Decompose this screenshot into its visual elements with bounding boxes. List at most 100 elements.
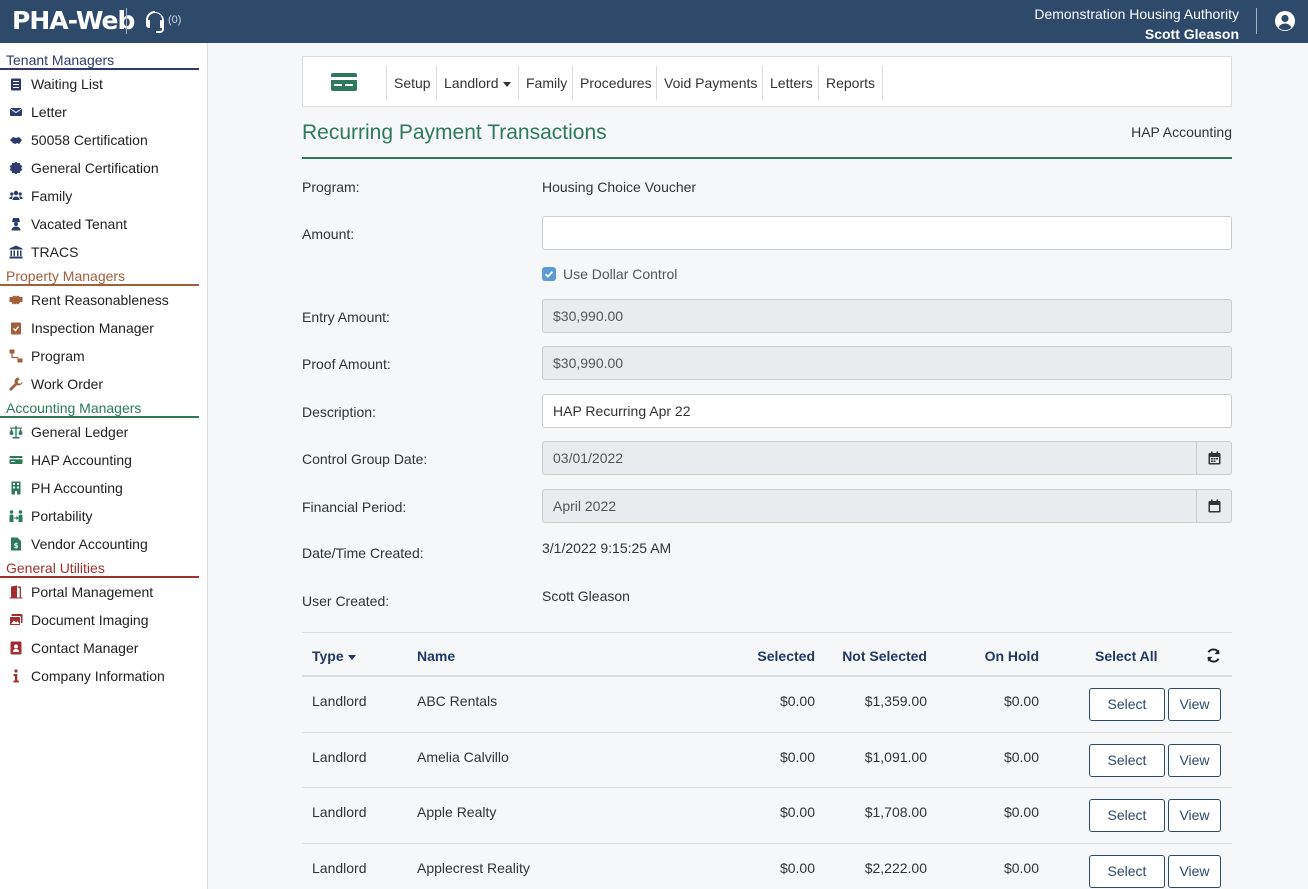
balance-scale-icon bbox=[9, 426, 23, 439]
view-button[interactable]: View bbox=[1168, 854, 1221, 888]
sidebar-item-general-certification[interactable]: General Certification bbox=[0, 154, 207, 182]
toolbar-letters[interactable]: Letters bbox=[762, 66, 820, 100]
user-account-icon[interactable] bbox=[1274, 10, 1296, 32]
use-dollar-control-label: Use Dollar Control bbox=[563, 266, 678, 282]
select-button[interactable]: Select bbox=[1089, 854, 1165, 888]
select-button[interactable]: Select bbox=[1089, 799, 1165, 832]
toolbar-procedures[interactable]: Procedures bbox=[572, 66, 659, 100]
svg-text:$: $ bbox=[14, 542, 19, 550]
header-name: Name bbox=[417, 648, 456, 664]
sidebar-item-portability[interactable]: Portability bbox=[0, 502, 207, 530]
toolbar-reports[interactable]: Reports bbox=[818, 66, 884, 100]
headset-icon[interactable] bbox=[143, 9, 167, 33]
cell-on-hold: $0.00 bbox=[1003, 693, 1039, 709]
control-group-date-picker-button[interactable] bbox=[1196, 442, 1231, 474]
view-button[interactable]: View bbox=[1168, 799, 1221, 832]
sidebar-item-family[interactable]: Family bbox=[0, 182, 207, 210]
sidebar-item-label: General Ledger bbox=[31, 424, 129, 440]
cell-not-selected: $1,359.00 bbox=[864, 693, 927, 709]
sidebar-item-program[interactable]: Program bbox=[0, 342, 207, 370]
cell-not-selected: $2,222.00 bbox=[864, 859, 927, 876]
sidebar-item-vacated-tenant[interactable]: Vacated Tenant bbox=[0, 210, 207, 238]
page-header: Recurring Payment Transactions HAP Accou… bbox=[302, 119, 1232, 159]
sidebar-item-label: Vacated Tenant bbox=[31, 216, 128, 232]
sidebar-item-label: Rent Reasonableness bbox=[31, 292, 169, 308]
clipboard-list-icon bbox=[11, 78, 21, 91]
date-created-label: Date/Time Created: bbox=[302, 545, 424, 561]
toolbar-landlord-dropdown[interactable]: Landlord bbox=[436, 66, 518, 100]
view-button[interactable]: View bbox=[1168, 688, 1221, 721]
sidebar-item-label: Document Imaging bbox=[31, 612, 149, 628]
sidebar-item-label: Company Information bbox=[31, 668, 165, 684]
amount-input[interactable] bbox=[542, 216, 1232, 250]
support-count: (0) bbox=[168, 14, 182, 26]
handshake-icon bbox=[10, 137, 22, 144]
select-button[interactable]: Select bbox=[1089, 743, 1165, 777]
date-created-value: 3/1/2022 9:15:25 AM bbox=[542, 540, 672, 556]
select-all-link[interactable]: Select All bbox=[1095, 648, 1158, 664]
description-label: Description: bbox=[302, 404, 376, 420]
sidebar-item-company-information[interactable]: Company Information bbox=[0, 662, 207, 690]
sidebar-item-ph-accounting[interactable]: PH Accounting bbox=[0, 474, 207, 502]
sidebar-item-label: Work Order bbox=[31, 376, 104, 392]
section-general-utilities: General Utilities bbox=[0, 558, 199, 578]
cell-type: Landlord bbox=[312, 804, 367, 820]
toolbar-void-payments[interactable]: Void Payments bbox=[656, 66, 764, 100]
sidebar-item-50058-certification[interactable]: 50058 Certification bbox=[0, 126, 207, 154]
refresh-icon[interactable] bbox=[1206, 648, 1221, 663]
control-group-date-value: 03/01/2022 bbox=[553, 450, 624, 466]
cell-selected: $0.00 bbox=[779, 804, 815, 820]
description-input[interactable] bbox=[542, 394, 1232, 428]
address-book-icon bbox=[10, 641, 22, 655]
building-icon bbox=[11, 481, 21, 495]
transactions-table: Type Name Selected Not Selected On Hold … bbox=[302, 632, 1232, 889]
checkmark-icon bbox=[544, 271, 554, 278]
top-bar: PHA-Web (0) Demonstration Housing Author… bbox=[0, 0, 1308, 43]
sidebar-item-general-ledger[interactable]: General Ledger bbox=[0, 418, 207, 446]
financial-period-picker-button[interactable] bbox=[1196, 490, 1231, 522]
app-logo[interactable]: PHA-Web bbox=[12, 6, 135, 35]
cell-not-selected: $1,708.00 bbox=[864, 804, 927, 820]
use-dollar-control-checkbox[interactable] bbox=[542, 267, 556, 281]
page-title: Recurring Payment Transactions bbox=[302, 121, 607, 144]
header-not-selected: Not Selected bbox=[842, 648, 927, 664]
cell-type: Landlord bbox=[312, 748, 367, 765]
header-divider-right bbox=[1256, 8, 1257, 34]
people-arrows-icon bbox=[9, 510, 23, 522]
sidebar-item-portal-management[interactable]: Portal Management bbox=[0, 578, 207, 606]
sidebar-item-label: TRACS bbox=[31, 244, 79, 260]
proof-amount-field: $30,990.00 bbox=[542, 346, 1232, 380]
cell-name: Applecrest Reality bbox=[417, 859, 530, 876]
sidebar-item-hap-accounting[interactable]: HAP Accounting bbox=[0, 446, 207, 474]
money-card-icon[interactable] bbox=[330, 72, 358, 92]
sidebar-item-work-order[interactable]: Work Order bbox=[0, 370, 207, 398]
user-created-label: User Created: bbox=[302, 593, 390, 609]
envelope-icon bbox=[9, 108, 23, 116]
sidebar-item-tracs[interactable]: TRACS bbox=[0, 238, 207, 266]
entry-amount-field: $30,990.00 bbox=[542, 299, 1232, 333]
sidebar-item-label: Portability bbox=[31, 508, 93, 524]
header-type-sort[interactable]: Type bbox=[312, 648, 356, 664]
header-on-hold: On Hold bbox=[984, 648, 1039, 664]
select-button[interactable]: Select bbox=[1089, 688, 1165, 721]
section-accounting-managers: Accounting Managers bbox=[0, 398, 199, 418]
sidebar-item-rent-reasonableness[interactable]: Rent Reasonableness bbox=[0, 286, 207, 314]
sidebar-item-inspection-manager[interactable]: Inspection Manager bbox=[0, 314, 207, 342]
entry-amount-label: Entry Amount: bbox=[302, 309, 390, 325]
sidebar-item-label: Vendor Accounting bbox=[31, 536, 148, 552]
sidebar-item-vendor-accounting[interactable]: $ Vendor Accounting bbox=[0, 530, 207, 558]
sidebar-item-waiting-list[interactable]: Waiting List bbox=[0, 70, 207, 98]
program-label: Program: bbox=[302, 179, 360, 195]
toolbar-family[interactable]: Family bbox=[518, 66, 574, 100]
program-value: Housing Choice Voucher bbox=[542, 179, 697, 195]
user-created-value: Scott Gleason bbox=[542, 588, 630, 604]
sidebar-item-label: Portal Management bbox=[31, 584, 154, 600]
view-button[interactable]: View bbox=[1168, 743, 1221, 777]
sidebar-item-label: General Certification bbox=[31, 160, 159, 176]
sidebar-item-letter[interactable]: Letter bbox=[0, 98, 207, 126]
toolbar-setup[interactable]: Setup bbox=[386, 66, 438, 100]
sidebar-item-document-imaging[interactable]: Document Imaging bbox=[0, 606, 207, 634]
handshake-icon bbox=[9, 295, 23, 305]
sidebar-item-label: Program bbox=[31, 348, 85, 364]
sidebar-item-contact-manager[interactable]: Contact Manager bbox=[0, 634, 207, 662]
